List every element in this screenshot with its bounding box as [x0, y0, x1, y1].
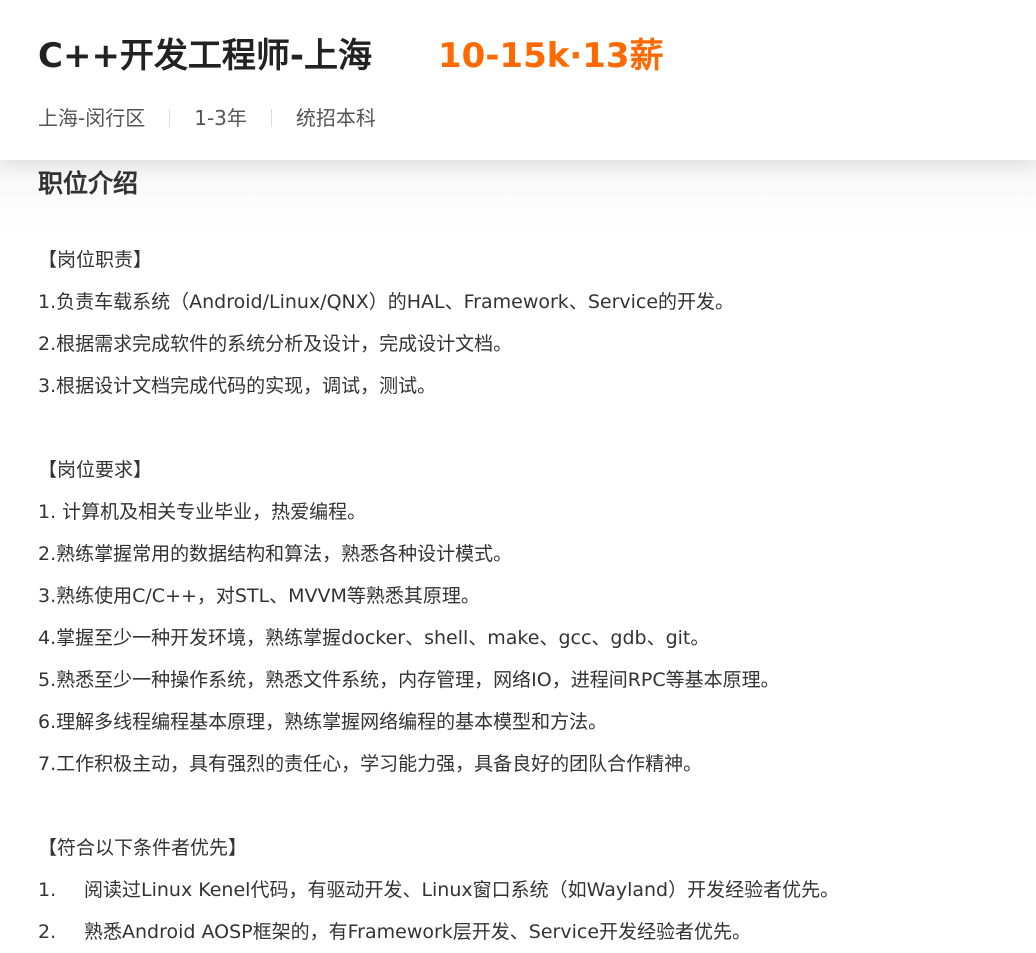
preferred-number: 2.: [38, 921, 57, 943]
salary-range: 10-15k·13薪: [438, 36, 664, 76]
requirement-item: 4.掌握至少一种开发环境，熟练掌握docker、shell、make、gcc、g…: [38, 627, 710, 649]
job-header: C++开发工程师-上海 10-15k·13薪 上海-闵行区 1-3年 统招本科: [0, 0, 1036, 160]
preferred-number: 1.: [38, 879, 57, 901]
requirement-item: 3.熟练使用C/C++，对STL、MVVM等熟悉其原理。: [38, 585, 480, 607]
duty-item: 1.负责车载系统（Android/Linux/QNX）的HAL、Framewor…: [38, 291, 735, 313]
job-title: C++开发工程师-上海: [38, 36, 373, 76]
preferred-item: 2. 熟悉Android AOSP框架的，有Framework层开发、Servic…: [38, 918, 751, 946]
duty-item: 3.根据设计文档完成代码的实现，调试，测试。: [38, 375, 437, 397]
requirements-heading: 【岗位要求】: [38, 459, 153, 481]
preferred-heading: 【符合以下条件者优先】: [38, 837, 248, 859]
job-experience: 1-3年: [194, 106, 247, 130]
duties-heading: 【岗位职责】: [38, 249, 153, 271]
requirement-item: 1. 计算机及相关专业毕业，热爱编程。: [38, 501, 367, 523]
requirement-item: 7.工作积极主动，具有强烈的责任心，学习能力强，具备良好的团队合作精神。: [38, 753, 703, 775]
preferred-item: 1. 阅读过Linux Kenel代码，有驱动开发、Linux窗口系统（如Wayl…: [38, 876, 839, 904]
job-description: 职位介绍 【岗位职责】 1.负责车载系统（Android/Linux/QNX）的…: [0, 160, 1036, 953]
requirement-item: 6.理解多线程编程基本原理，熟练掌握网络编程的基本模型和方法。: [38, 711, 608, 733]
preferred-text: 熟悉Android AOSP框架的，有Framework层开发、Service开…: [84, 921, 752, 943]
duty-item: 2.根据需求完成软件的系统分析及设计，完成设计文档。: [38, 333, 513, 355]
requirement-item: 5.熟悉至少一种操作系统，熟悉文件系统，内存管理，网络IO，进程间RPC等基本原…: [38, 669, 780, 691]
job-meta: 上海-闵行区 1-3年 统招本科: [38, 104, 376, 132]
requirement-item: 2.熟练掌握常用的数据结构和算法，熟悉各种设计模式。: [38, 543, 513, 565]
meta-divider: [169, 109, 171, 127]
job-education: 统招本科: [295, 106, 376, 130]
job-location: 上海-闵行区: [38, 106, 146, 130]
preferred-text: 阅读过Linux Kenel代码，有驱动开发、Linux窗口系统（如Waylan…: [84, 879, 840, 901]
section-title: 职位介绍: [38, 169, 139, 198]
meta-divider: [270, 109, 272, 127]
